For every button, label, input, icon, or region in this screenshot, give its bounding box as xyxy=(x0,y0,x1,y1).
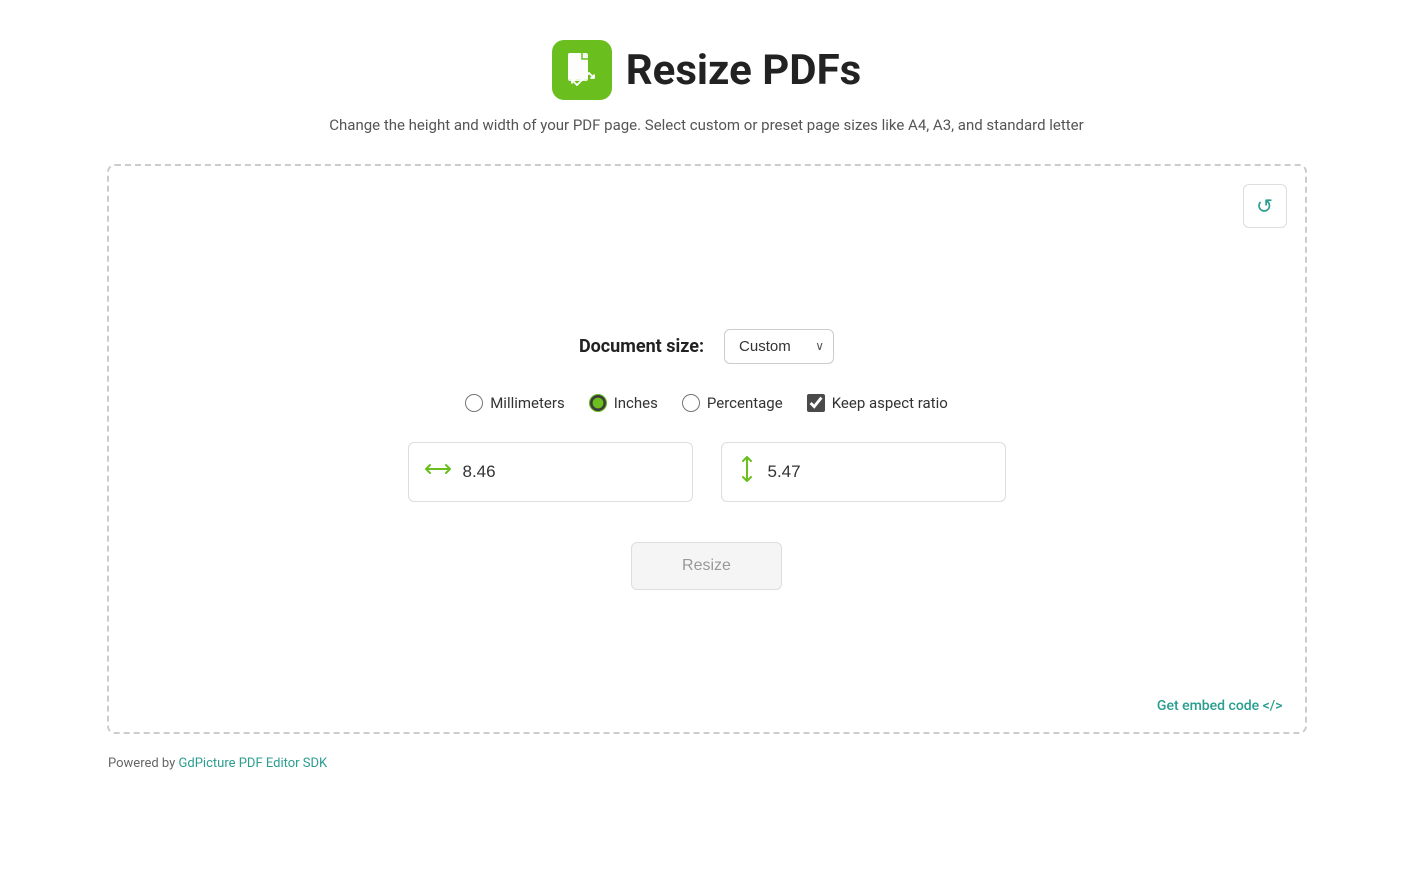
radio-inches[interactable]: Inches xyxy=(589,394,658,412)
embed-code-link[interactable]: Get embed code </> xyxy=(1157,698,1283,714)
height-input-wrapper xyxy=(721,442,1006,502)
document-size-row: Document size: Custom A4 A3 Letter Legal xyxy=(579,329,834,364)
powered-by-link[interactable]: GdPicture PDF Editor SDK xyxy=(179,756,328,771)
radio-mm-label: Millimeters xyxy=(490,394,564,412)
main-card: ↺ Document size: Custom A4 A3 Letter Leg… xyxy=(107,164,1307,734)
width-icon xyxy=(425,459,451,484)
footer-card: Get embed code </> xyxy=(1157,695,1283,714)
radio-millimeters[interactable]: Millimeters xyxy=(465,394,564,412)
keep-aspect-label: Keep aspect ratio xyxy=(832,394,948,412)
radio-in-label: Inches xyxy=(614,394,658,412)
height-input[interactable] xyxy=(768,462,989,482)
document-size-label: Document size: xyxy=(579,336,704,357)
title-row: Resize PDFs xyxy=(552,40,861,100)
radio-mm-input[interactable] xyxy=(465,394,483,412)
page-title: Resize PDFs xyxy=(626,46,861,95)
reset-icon: ↺ xyxy=(1256,194,1273,219)
app-icon xyxy=(552,40,612,100)
document-size-select[interactable]: Custom A4 A3 Letter Legal xyxy=(724,329,834,364)
page-subtitle: Change the height and width of your PDF … xyxy=(329,116,1083,134)
dimensions-row xyxy=(408,442,1006,502)
powered-by: Powered by GdPicture PDF Editor SDK xyxy=(108,756,327,771)
radio-percentage[interactable]: Percentage xyxy=(682,394,783,412)
units-row: Millimeters Inches Percentage Keep aspec… xyxy=(465,394,948,412)
radio-in-input[interactable] xyxy=(589,394,607,412)
content-area: Document size: Custom A4 A3 Letter Legal… xyxy=(129,186,1285,712)
height-icon xyxy=(738,456,756,488)
page-header: Resize PDFs Change the height and width … xyxy=(329,0,1083,134)
radio-pct-label: Percentage xyxy=(707,394,783,412)
width-input-wrapper xyxy=(408,442,693,502)
radio-pct-input[interactable] xyxy=(682,394,700,412)
reset-button[interactable]: ↺ xyxy=(1243,184,1287,228)
keep-aspect-checkbox[interactable] xyxy=(807,394,825,412)
size-select-wrapper: Custom A4 A3 Letter Legal xyxy=(724,329,834,364)
powered-by-text: Powered by xyxy=(108,756,179,771)
checkbox-keep-aspect[interactable]: Keep aspect ratio xyxy=(807,394,948,412)
width-input[interactable] xyxy=(463,462,676,482)
resize-button[interactable]: Resize xyxy=(631,542,782,590)
